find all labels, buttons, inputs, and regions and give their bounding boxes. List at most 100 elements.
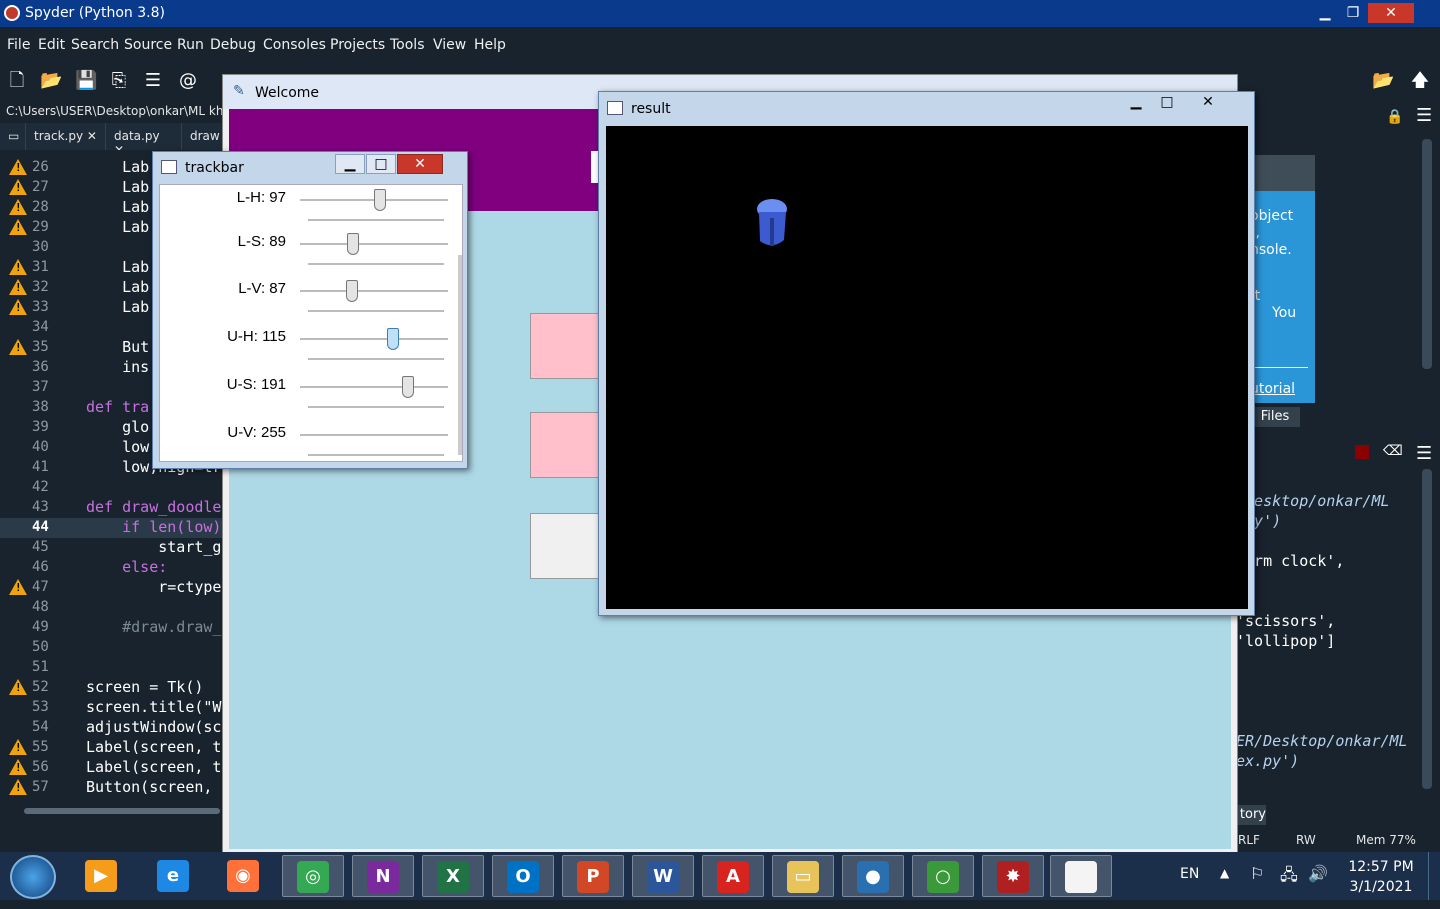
slider-track[interactable]	[300, 290, 448, 292]
scrollbar-thumb[interactable]	[24, 808, 220, 814]
tutorial-link[interactable]: utorial	[1250, 381, 1295, 397]
taskbar-app-excel[interactable]: X	[422, 855, 484, 897]
save-all-icon[interactable]: ⎘	[108, 71, 130, 91]
warning-icon[interactable]	[9, 259, 27, 275]
warning-icon[interactable]	[9, 579, 27, 595]
close-button[interactable]: ✕	[397, 154, 443, 174]
trackbar-title-bar[interactable]: trackbar ▁ □ ✕	[153, 152, 467, 182]
taskbar-app-internet-explorer[interactable]: e	[142, 855, 204, 897]
minimize-button[interactable]: ▁	[1121, 93, 1151, 113]
slider-track[interactable]	[300, 386, 448, 388]
close-button[interactable]: ✕	[1368, 3, 1414, 23]
maximize-button[interactable]: ❐	[1340, 3, 1366, 23]
menu-source[interactable]: Source	[124, 37, 172, 53]
taskbar-app-outlook[interactable]: O	[492, 855, 554, 897]
console-scrollbar[interactable]	[1422, 469, 1432, 789]
minimize-button[interactable]: ▁	[335, 154, 365, 174]
warning-icon[interactable]	[9, 279, 27, 295]
line-number: 41	[32, 459, 49, 475]
menu-file[interactable]: File	[7, 37, 30, 53]
warning-icon[interactable]	[9, 679, 27, 695]
slider-thumb[interactable]	[347, 233, 360, 255]
volume-icon[interactable]: 🔊	[1308, 864, 1328, 883]
console-options-icon[interactable]: ☰	[1416, 443, 1436, 464]
taskbar-app-onenote[interactable]: N	[352, 855, 414, 897]
warning-icon[interactable]	[9, 339, 27, 355]
warning-icon[interactable]	[9, 179, 27, 195]
maximize-button[interactable]: □	[1152, 93, 1182, 113]
trackbar-scrollbar[interactable]	[458, 255, 462, 455]
warning-icon[interactable]	[9, 159, 27, 175]
help-scrollbar[interactable]	[1422, 139, 1432, 369]
menu-edit[interactable]: Edit	[38, 37, 65, 53]
menu-run[interactable]: Run	[177, 37, 204, 53]
taskbar-app-notepad[interactable]	[1050, 855, 1112, 897]
app-icon: ●	[857, 861, 889, 893]
taskbar-app-powerpoint[interactable]: P	[562, 855, 624, 897]
menu-help[interactable]: Help	[474, 37, 506, 53]
stop-icon[interactable]	[1355, 445, 1369, 459]
tab-track-py[interactable]: track.py ✕	[26, 123, 106, 150]
warning-icon[interactable]	[9, 779, 27, 795]
taskbar-app-firefox[interactable]: ◉	[212, 855, 274, 897]
menu-search[interactable]: Search	[71, 37, 119, 53]
menu-debug[interactable]: Debug	[210, 37, 256, 53]
slider-thumb[interactable]	[401, 376, 414, 398]
open-folder-icon[interactable]: 📂	[1372, 71, 1394, 91]
taskbar-app-spyder[interactable]: ✸	[982, 855, 1044, 897]
list-icon[interactable]: ☰	[142, 71, 164, 91]
taskbar-app-windows-media-center[interactable]: ●	[842, 855, 904, 897]
taskbar-app-spyder-task[interactable]: ○	[912, 855, 974, 897]
maximize-button[interactable]: □	[366, 154, 396, 174]
warning-icon[interactable]	[9, 739, 27, 755]
flag-icon[interactable]: ⚐	[1250, 864, 1264, 883]
slider-track[interactable]	[300, 338, 448, 340]
warning-icon[interactable]	[9, 299, 27, 315]
menu-projects[interactable]: Projects	[330, 37, 385, 53]
warning-icon[interactable]	[9, 199, 27, 215]
language-indicator[interactable]: EN	[1180, 866, 1199, 882]
up-arrow-icon[interactable]: 🡅	[1409, 71, 1431, 91]
network-icon[interactable]: 🖧	[1280, 864, 1298, 891]
minimize-button[interactable]: ▁	[1312, 3, 1338, 23]
browse-tabs-icon[interactable]: ▭	[0, 123, 26, 150]
clock[interactable]: 12:57 PM 3/1/2021	[1340, 857, 1422, 897]
options-menu-icon[interactable]: ☰	[1416, 105, 1436, 126]
tab-files[interactable]: Files	[1250, 407, 1300, 427]
at-icon[interactable]: @	[177, 71, 199, 91]
taskbar-app-adobe-acrobat[interactable]: A	[702, 855, 764, 897]
tab-data-py[interactable]: data.py ✕	[106, 123, 182, 157]
slider-track[interactable]	[300, 243, 448, 245]
new-file-icon[interactable]: 🗋	[6, 71, 28, 91]
app-icon: X	[437, 861, 469, 893]
taskbar-app-word[interactable]: W	[632, 855, 694, 897]
editor-horizontal-scrollbar[interactable]	[10, 805, 220, 817]
menu-view[interactable]: View	[433, 37, 466, 53]
save-icon[interactable]: 💾	[75, 71, 97, 91]
open-file-icon[interactable]: 📂	[40, 71, 62, 91]
taskbar-app-windows-media-player[interactable]: ▶	[70, 855, 132, 897]
code-text: Lab	[86, 158, 150, 176]
slider-thumb[interactable]	[346, 280, 359, 302]
slider-track[interactable]	[300, 434, 448, 436]
start-button[interactable]	[10, 855, 56, 899]
line-number: 38	[32, 399, 49, 415]
menu-consoles[interactable]: Consoles	[263, 37, 326, 53]
warning-icon[interactable]	[9, 219, 27, 235]
slider-thumb[interactable]	[373, 189, 386, 211]
console-line: 'lollipop']	[1236, 632, 1336, 650]
show-hidden-icons[interactable]: ▲	[1220, 866, 1229, 880]
menu-tools[interactable]: Tools	[390, 37, 425, 53]
slider-thumb[interactable]	[387, 328, 400, 350]
close-button[interactable]: ✕	[1183, 93, 1233, 113]
result-title-bar[interactable]: result ▁ □ ✕	[599, 92, 1254, 124]
lock-icon[interactable]: 🔒	[1386, 109, 1406, 129]
taskbar-app-file-explorer[interactable]: ▭	[772, 855, 834, 897]
tab-close-icon[interactable]: ✕	[87, 129, 97, 143]
show-desktop-button[interactable]	[1428, 852, 1440, 900]
code-text: Lab	[86, 218, 150, 236]
taskbar-app-chrome[interactable]: ◎	[282, 855, 344, 897]
eraser-icon[interactable]: ⌫	[1383, 443, 1403, 459]
line-number: 56	[32, 759, 49, 775]
warning-icon[interactable]	[9, 759, 27, 775]
